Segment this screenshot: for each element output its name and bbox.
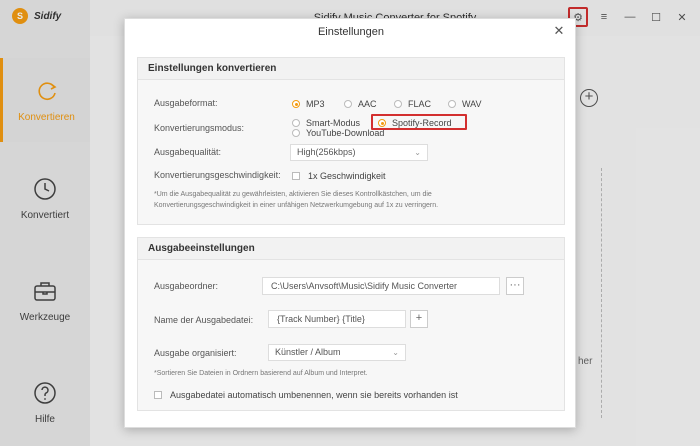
mode-label: Konvertierungsmodus: [154,123,245,133]
speed-label: Konvertierungsgeschwindigkeit: [154,170,281,180]
close-icon[interactable]: ✕ [553,24,565,37]
speed-checkbox[interactable]: 1x Geschwindigkeit [292,171,386,181]
radio-icon [292,129,300,137]
output-folder-input[interactable]: C:\Users\Anvsoft\Music\Sidify Music Conv… [262,277,500,295]
output-folder-label: Ausgabeordner: [154,281,219,291]
radio-flac[interactable]: FLAC [394,99,431,109]
radio-label: AAC [358,99,377,109]
settings-dialog: Einstellungen ✕ Einstellungen konvertier… [124,18,576,428]
section-heading: Einstellungen konvertieren [138,58,564,80]
radio-aac[interactable]: AAC [344,99,377,109]
filename-label: Name der Ausgabedatei: [154,315,254,325]
section-heading: Ausgabeeinstellungen [138,238,564,260]
radio-smart-mode[interactable]: Smart-Modus [292,118,360,128]
dialog-title: Einstellungen [317,26,385,38]
add-tag-button[interactable]: + [410,310,428,328]
filename-input[interactable]: {Track Number} {Title} [268,310,406,328]
radio-wav[interactable]: WAV [448,99,482,109]
radio-spotify-record[interactable]: Spotify-Record [378,118,452,128]
radio-label: WAV [462,99,482,109]
quality-label: Ausgabequalität: [154,147,222,157]
output-settings-section: Ausgabeeinstellungen Ausgabeordner: C:\U… [137,237,565,411]
convert-settings-section: Einstellungen konvertieren Ausgabeformat… [137,57,565,225]
checkbox-icon [154,391,162,399]
chevron-down-icon: ⌄ [392,348,399,357]
radio-icon [448,100,456,108]
radio-label: Spotify-Record [392,118,452,128]
radio-selected-icon [378,119,386,127]
chevron-down-icon: ⌄ [414,148,421,157]
organize-select[interactable]: Künstler / Album ⌄ [268,344,406,361]
speed-note: *Um die Ausgabequalität zu gewährleisten… [154,191,439,209]
select-value: Künstler / Album [275,347,341,357]
select-value: High(256kbps) [297,147,356,157]
radio-mp3[interactable]: MP3 [292,99,325,109]
checkbox-icon [292,172,300,180]
auto-rename-checkbox[interactable]: Ausgabedatei automatisch umbenennen, wen… [154,390,458,400]
browse-button[interactable]: ··· [506,277,524,295]
quality-select[interactable]: High(256kbps) ⌄ [290,144,428,161]
radio-label: Smart-Modus [306,118,361,128]
radio-selected-icon [292,100,300,108]
format-label: Ausgabeformat: [154,98,218,108]
radio-icon [394,100,402,108]
organize-label: Ausgabe organisiert: [154,348,237,358]
checkbox-label: Ausgabedatei automatisch umbenennen, wen… [170,390,458,400]
radio-label: MP3 [306,99,325,109]
radio-icon [344,100,352,108]
checkbox-label: 1x Geschwindigkeit [308,171,386,181]
radio-icon [292,119,300,127]
radio-label: FLAC [408,99,432,109]
organize-note: *Sortieren Sie Dateien in Ordnern basier… [154,370,368,377]
